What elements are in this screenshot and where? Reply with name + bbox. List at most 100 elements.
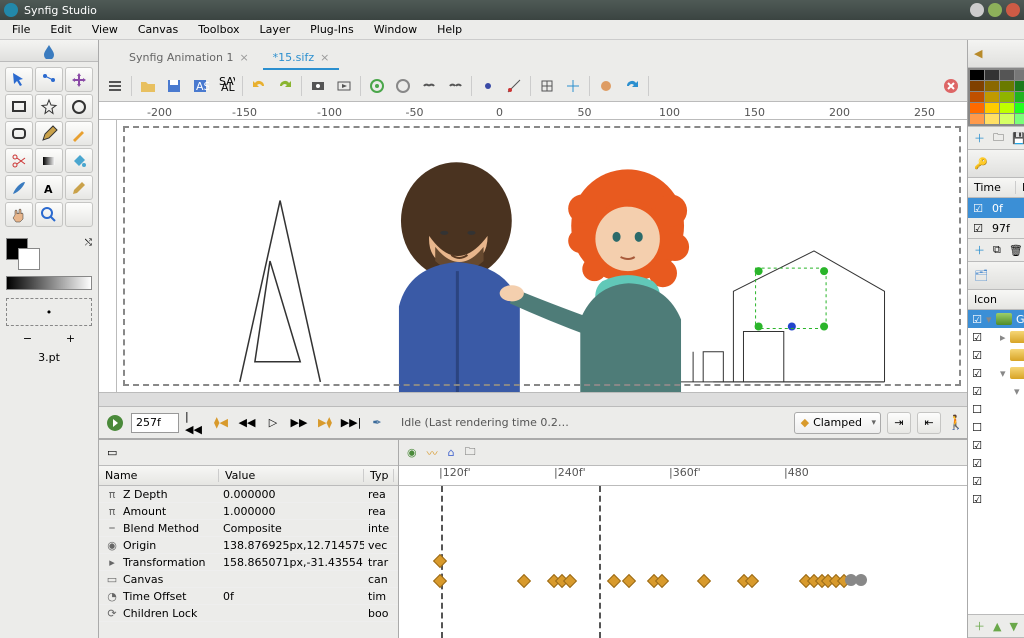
layer-row[interactable]: ☑▸Group (968, 328, 1024, 346)
onion-skin-icon[interactable] (594, 74, 618, 98)
doc-tab-1[interactable]: *15.sifz× (263, 47, 340, 70)
menu-view[interactable]: View (84, 21, 126, 38)
layer-row[interactable]: ☑▾Group (968, 436, 1024, 454)
keyframe-row[interactable]: ☑97f0f(JMP) (968, 218, 1024, 238)
next-frame-button[interactable]: ▶▶ (289, 413, 309, 433)
chain-b-icon[interactable] (443, 74, 467, 98)
snap-button-b[interactable]: ⇤ (917, 412, 941, 434)
layer-row[interactable]: ☐15-6.png (968, 418, 1024, 436)
brush-preview[interactable]: • (6, 298, 92, 326)
menu-layer[interactable]: Layer (251, 21, 298, 38)
scissors-icon[interactable] (5, 148, 33, 173)
seek-start-button[interactable]: |◀◀ (185, 413, 205, 433)
node-icon[interactable] (35, 67, 63, 92)
layer-row[interactable]: ☑15-4.sifz.lst (968, 346, 1024, 364)
onion-b-icon[interactable] (391, 74, 415, 98)
menu-help[interactable]: Help (429, 21, 470, 38)
menu-toolbox[interactable]: Toolbox (190, 21, 247, 38)
pen-icon[interactable] (35, 121, 63, 146)
render-icon[interactable] (306, 74, 330, 98)
palette-color[interactable] (985, 114, 999, 124)
layer-down-button[interactable]: ▼ (1009, 620, 1017, 633)
palette-color[interactable] (985, 92, 999, 102)
layer-up-button[interactable]: ▲ (993, 620, 1001, 633)
palette-color[interactable] (970, 70, 984, 80)
param-row[interactable]: πZ Depth0.000000rea (99, 486, 398, 503)
interpolation-dropdown[interactable]: ◆Clamped (794, 412, 881, 434)
undo-icon[interactable] (247, 74, 271, 98)
layer-add-button[interactable]: ＋ (974, 618, 985, 634)
palette-color[interactable] (1015, 81, 1024, 91)
grid-icon[interactable] (535, 74, 559, 98)
gradient-preview[interactable] (6, 276, 92, 290)
move-icon[interactable] (65, 67, 93, 92)
save-icon[interactable] (162, 74, 186, 98)
onion-a-icon[interactable] (365, 74, 389, 98)
refresh-icon[interactable] (620, 74, 644, 98)
snap-button-a[interactable]: ⇥ (887, 412, 911, 434)
param-row[interactable]: ◔Time Offset0ftim (99, 588, 398, 605)
param-row[interactable]: πAmount1.000000rea (99, 503, 398, 520)
eyedrop-icon[interactable] (65, 175, 93, 200)
curves-tab-icon[interactable]: 〰 (427, 445, 438, 461)
canvas-hscroll[interactable] (99, 392, 967, 406)
tab-close-icon[interactable]: × (320, 51, 329, 64)
rrect-icon[interactable] (5, 121, 33, 146)
palette-color[interactable] (1015, 103, 1024, 113)
keyframe-row[interactable]: ☑0f97f(JMP) (968, 198, 1024, 218)
kf-tool-c[interactable]: 🗑 (1009, 244, 1023, 257)
palette-color[interactable] (985, 81, 999, 91)
maximize-button[interactable] (988, 3, 1002, 17)
palette-color[interactable] (1000, 92, 1014, 102)
menu-edit[interactable]: Edit (42, 21, 79, 38)
param-row[interactable]: ▸Transformation158.865071px,-31.43554…tr… (99, 554, 398, 571)
palette-color[interactable] (1000, 103, 1014, 113)
palette-color[interactable] (985, 70, 999, 80)
saveas-icon[interactable]: AS (188, 74, 212, 98)
menu-canvas[interactable]: Canvas (130, 21, 186, 38)
redo-icon[interactable] (273, 74, 297, 98)
palette-color[interactable] (1015, 70, 1024, 80)
increase-button[interactable]: + (66, 332, 75, 345)
palette-color[interactable] (1015, 114, 1024, 124)
bucket-icon[interactable] (65, 148, 93, 173)
preview-icon[interactable] (332, 74, 356, 98)
gradient-icon[interactable] (35, 148, 63, 173)
keyframe-marker[interactable] (607, 574, 621, 588)
timetrack-tab-icon[interactable]: ◉ (407, 446, 417, 459)
kf-tool-b[interactable]: ⧉ (993, 243, 1001, 257)
layer-row[interactable]: ☑▸man (968, 490, 1024, 508)
kf-add-button[interactable]: ＋ (974, 242, 985, 258)
library-tab-icon[interactable]: 🗀 (465, 443, 476, 462)
circle-icon[interactable] (65, 94, 93, 119)
palette-color[interactable] (985, 103, 999, 113)
palette-color[interactable] (1000, 81, 1014, 91)
palette-color[interactable] (1015, 92, 1024, 102)
star-icon[interactable] (35, 94, 63, 119)
keyframe-marker-grey[interactable] (855, 574, 867, 586)
minimize-button[interactable] (970, 3, 984, 17)
frame-input[interactable] (131, 413, 179, 433)
prev-keyframe-button[interactable]: ⧫◀ (211, 413, 231, 433)
toggle-animate-button[interactable] (105, 413, 125, 433)
canvas-close-button[interactable] (939, 74, 963, 98)
pointer-icon[interactable] (5, 67, 33, 92)
keyframe-marker[interactable] (517, 574, 531, 588)
palette-color[interactable] (1000, 114, 1014, 124)
layer-row[interactable]: ☑Skeleton (968, 454, 1024, 472)
keyframe-marker[interactable] (433, 554, 447, 568)
timeline-ruler[interactable]: |120f'|240f'|360f'|480 (399, 466, 967, 486)
keyframe-marker[interactable] (433, 574, 447, 588)
palette-color[interactable] (970, 81, 984, 91)
menu-plug-ins[interactable]: Plug-Ins (302, 21, 362, 38)
swap-colors-icon[interactable]: ⤭ (85, 238, 92, 248)
canvas[interactable] (117, 120, 967, 392)
text-icon[interactable]: A (35, 175, 63, 200)
palette-color[interactable] (970, 114, 984, 124)
tab-close-icon[interactable]: × (239, 51, 248, 64)
duck-tan-icon[interactable] (502, 74, 526, 98)
param-row[interactable]: ▭Canvascan (99, 571, 398, 588)
layer-row[interactable]: ☑▾Group (968, 382, 1024, 400)
layer-row[interactable]: ☑▾Group (968, 310, 1024, 328)
param-row[interactable]: ⎯Blend MethodCompositeinte (99, 520, 398, 537)
